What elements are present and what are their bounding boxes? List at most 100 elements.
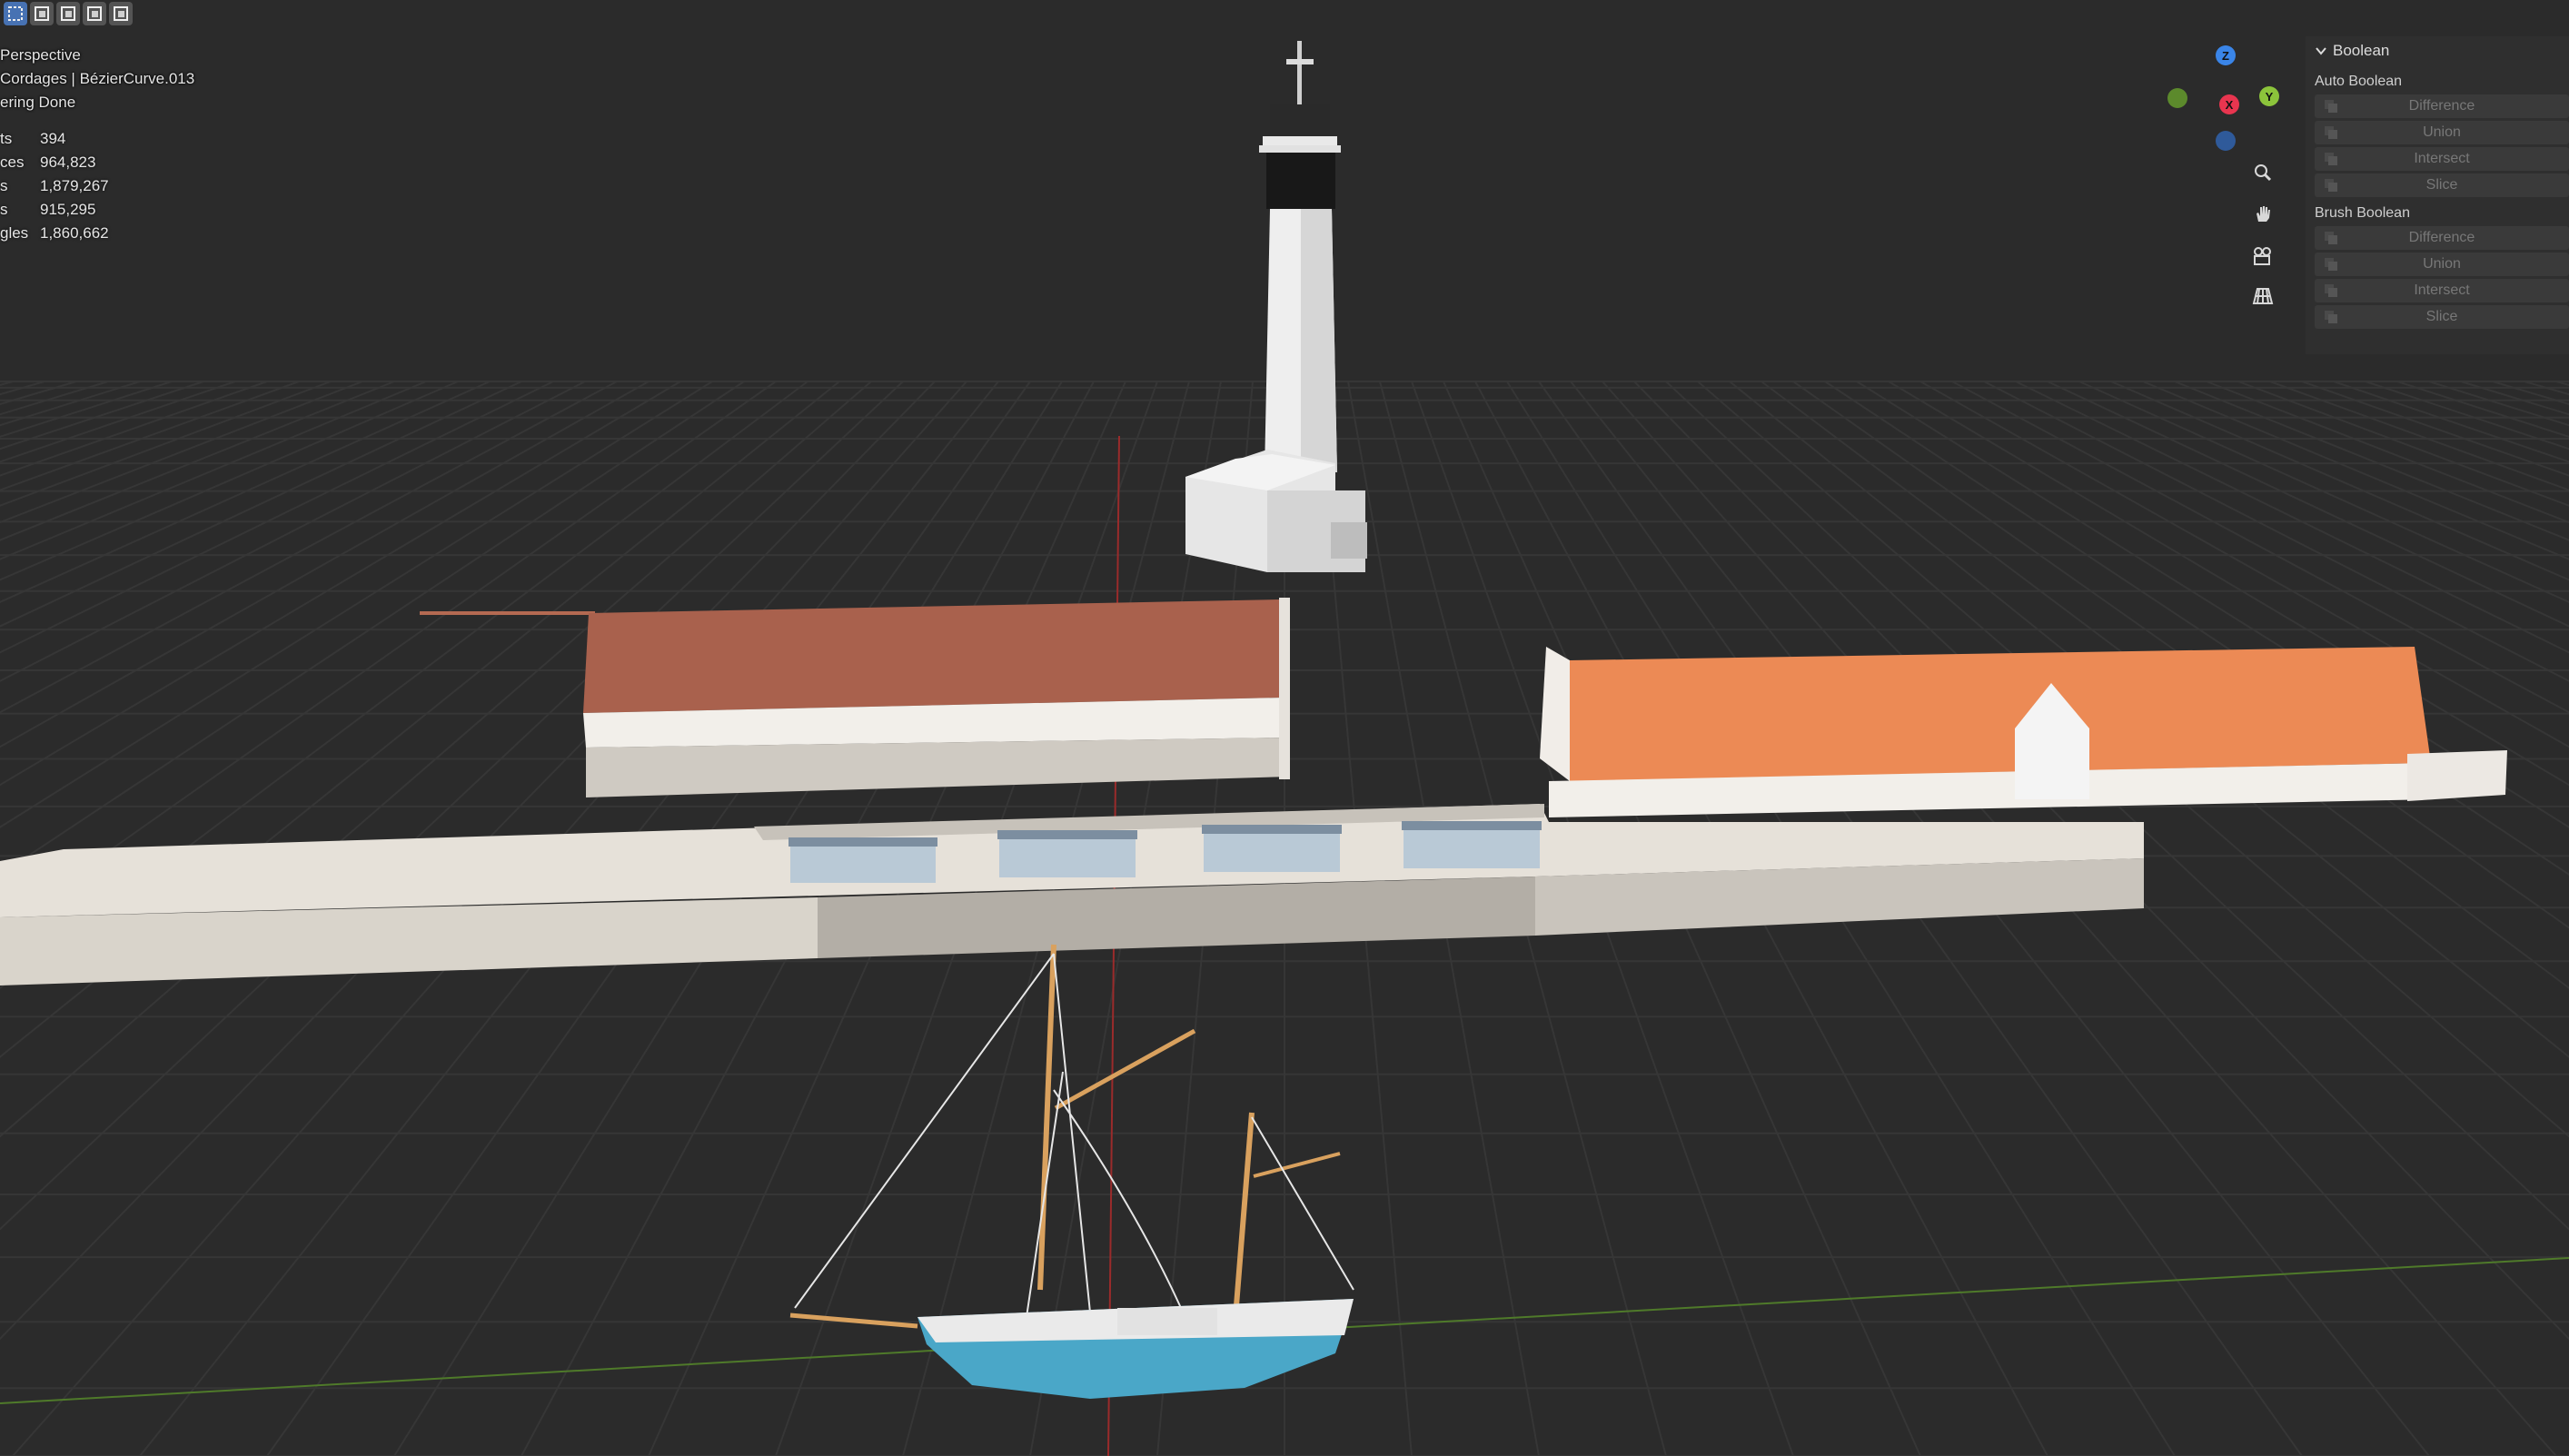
grid-perspective-icon[interactable] bbox=[2247, 280, 2279, 312]
shed-1-roof bbox=[789, 837, 937, 847]
shed-3 bbox=[1204, 830, 1340, 872]
camera-icon[interactable] bbox=[2247, 240, 2279, 272]
boolean-op-label: Slice bbox=[2425, 177, 2458, 193]
stat-label: s bbox=[0, 201, 8, 218]
lighthouse-top-rail bbox=[1259, 145, 1341, 153]
object-path: Cordages | BézierCurve.013 bbox=[0, 70, 195, 87]
stat-label: gles bbox=[0, 224, 29, 242]
scene-statistics: ts 394 ces 964,823 s 1,879,267 s 915,295 gles 1,8… bbox=[0, 127, 109, 245]
stat-row: s 915,295 bbox=[0, 198, 109, 222]
boolean-op-button[interactable]: Slice bbox=[2315, 305, 2569, 329]
lighthouse-watch-room bbox=[1266, 147, 1335, 209]
view-name: Perspective bbox=[0, 46, 81, 64]
boolean-op-button[interactable]: Difference bbox=[2315, 226, 2569, 250]
gizmo-x-axis[interactable]: X bbox=[2219, 94, 2239, 114]
stat-label: ces bbox=[0, 154, 25, 171]
shed-3-roof bbox=[1202, 825, 1342, 834]
boat-gaff-main bbox=[1054, 1028, 1196, 1111]
section-title: Auto Boolean bbox=[2315, 74, 2403, 89]
gizmo-y-axis-negative[interactable] bbox=[2167, 88, 2187, 108]
stat-label: s bbox=[0, 177, 8, 194]
boolean-panel: Boolean Auto Boolean Difference Union Inter… bbox=[2306, 36, 2569, 354]
shed-2 bbox=[999, 836, 1136, 877]
shed-4-roof bbox=[1402, 821, 1542, 830]
gizmo-y-axis[interactable]: Y bbox=[2259, 86, 2279, 106]
stat-value: 964,823 bbox=[40, 154, 96, 171]
extend-selection-icon[interactable] bbox=[30, 2, 54, 25]
boolean-op-button[interactable]: Intersect bbox=[2315, 147, 2569, 171]
stat-value: 915,295 bbox=[40, 201, 96, 218]
intersect-selection-icon[interactable] bbox=[109, 2, 133, 25]
boolean-panel-header[interactable]: Boolean bbox=[2306, 36, 2569, 65]
boolean-op-label: Slice bbox=[2425, 309, 2458, 324]
boolean-op-label: Difference bbox=[2408, 98, 2475, 114]
boat-cabin bbox=[1117, 1308, 1217, 1335]
boolean-op-icon bbox=[2325, 179, 2337, 192]
chevron-down-icon bbox=[2316, 47, 2326, 55]
select-box-icon[interactable] bbox=[4, 2, 27, 25]
boolean-op-button[interactable]: Union bbox=[2315, 121, 2569, 144]
zoom-icon[interactable] bbox=[2247, 156, 2279, 189]
stat-label: ts bbox=[0, 130, 13, 147]
lighthouse-antenna-bar bbox=[1286, 59, 1314, 64]
panel-title: Boolean bbox=[2333, 42, 2390, 59]
shed-2-roof bbox=[997, 830, 1137, 839]
boat-mast-aft bbox=[1233, 1112, 1255, 1318]
selection-mode-toolbar bbox=[4, 2, 133, 25]
right-building-roof bbox=[1570, 647, 2431, 781]
boolean-op-button[interactable]: Difference bbox=[2315, 94, 2569, 118]
lighthouse[interactable] bbox=[1185, 41, 1367, 572]
boat-bowsprit bbox=[789, 1312, 918, 1329]
left-building-end bbox=[1279, 598, 1290, 779]
boolean-op-label: Intersect bbox=[2414, 282, 2470, 298]
gizmo-z-axis[interactable]: Z bbox=[2216, 45, 2236, 65]
boolean-op-icon bbox=[2325, 100, 2337, 113]
viewport-scene[interactable] bbox=[0, 0, 2569, 1456]
left-building-wall bbox=[586, 738, 1290, 797]
boolean-panel-sections: Auto Boolean Difference Union Intersect Slic… bbox=[2306, 69, 2569, 329]
boolean-op-label: Union bbox=[2423, 256, 2461, 272]
sailboat[interactable] bbox=[789, 944, 1354, 1399]
left-building[interactable] bbox=[420, 598, 1290, 797]
stat-value: 394 bbox=[40, 130, 66, 147]
boolean-op-label: Union bbox=[2423, 124, 2461, 140]
boolean-op-icon bbox=[2325, 311, 2337, 323]
right-building-gable bbox=[1540, 647, 1570, 781]
stat-row: gles 1,860,662 bbox=[0, 222, 109, 245]
3d-viewport[interactable]: Perspective Cordages | BézierCurve.013 e… bbox=[0, 0, 2569, 1456]
boolean-op-button[interactable]: Intersect bbox=[2315, 279, 2569, 302]
boolean-op-label: Difference bbox=[2408, 230, 2475, 245]
lighthouse-lantern bbox=[1270, 104, 1330, 141]
lighthouse-antenna bbox=[1297, 41, 1302, 104]
stat-row: ces 964,823 bbox=[0, 151, 109, 174]
boat-rigging bbox=[794, 953, 1354, 1318]
viewport-text-overlay: Perspective Cordages | BézierCurve.013 e… bbox=[0, 44, 194, 114]
navigation-gizmo[interactable]: Z X Y bbox=[2162, 40, 2280, 158]
boolean-op-label: Intersect bbox=[2414, 151, 2470, 166]
pan-hand-icon[interactable] bbox=[2247, 198, 2279, 231]
boat-mast-main bbox=[1037, 944, 1056, 1291]
stat-row: ts 394 bbox=[0, 127, 109, 151]
right-building[interactable] bbox=[1540, 647, 2507, 817]
boolean-op-icon bbox=[2325, 258, 2337, 271]
stat-value: 1,860,662 bbox=[40, 224, 109, 242]
left-building-roof bbox=[583, 599, 1283, 713]
boolean-op-icon bbox=[2325, 153, 2337, 165]
invert-selection-icon[interactable] bbox=[83, 2, 106, 25]
right-building-annex bbox=[2407, 750, 2507, 801]
shed-1 bbox=[790, 843, 936, 883]
boolean-op-button[interactable]: Union bbox=[2315, 253, 2569, 276]
stat-row: s 1,879,267 bbox=[0, 174, 109, 198]
gizmo-z-axis-negative[interactable] bbox=[2216, 131, 2236, 151]
boolean-op-icon bbox=[2325, 126, 2337, 139]
boolean-op-icon bbox=[2325, 284, 2337, 297]
lighthouse-equipment bbox=[1331, 522, 1367, 559]
boolean-op-button[interactable]: Slice bbox=[2315, 173, 2569, 197]
subtract-selection-icon[interactable] bbox=[56, 2, 80, 25]
section-title: Brush Boolean bbox=[2315, 205, 2410, 221]
lighthouse-tower-shade bbox=[1301, 209, 1337, 472]
boolean-op-icon bbox=[2325, 232, 2337, 244]
shed-4 bbox=[1404, 827, 1540, 868]
render-status: ering Done bbox=[0, 94, 76, 111]
stat-value: 1,879,267 bbox=[40, 177, 109, 194]
